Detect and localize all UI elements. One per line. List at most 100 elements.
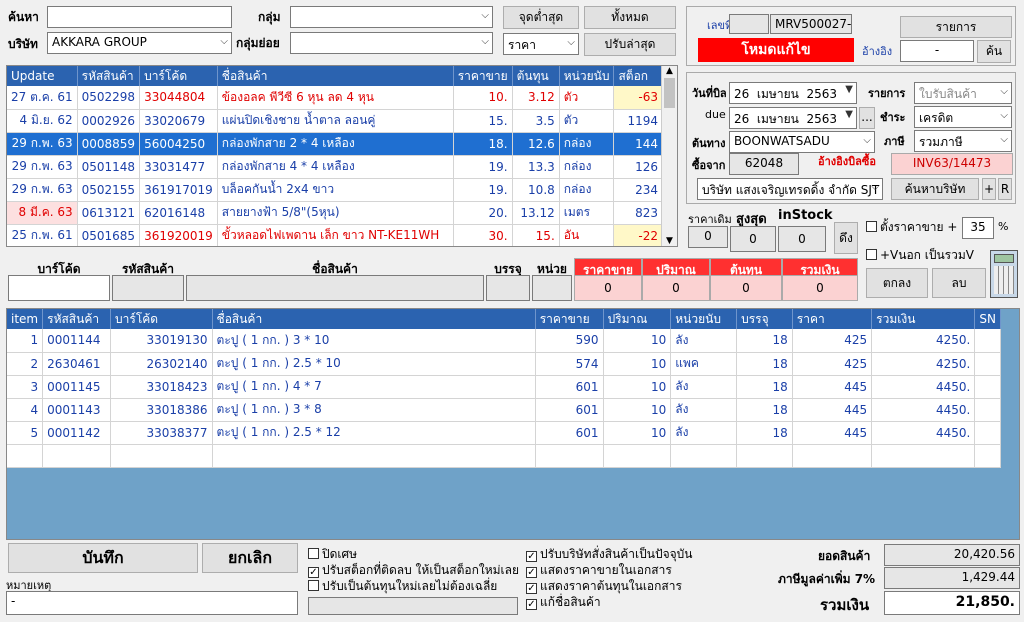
group-select[interactable]: ⌵ bbox=[290, 6, 493, 28]
scroll-up-icon[interactable]: ▲ bbox=[662, 66, 677, 76]
col-header[interactable]: ต้นทุน bbox=[512, 66, 560, 86]
ref-input[interactable]: - bbox=[900, 40, 974, 62]
entry-qty-input[interactable]: 0 bbox=[642, 275, 710, 301]
pull-button[interactable]: ดึง bbox=[834, 222, 858, 254]
edit-name-checkbox[interactable]: ✓ แก้ชื่อสินค้า bbox=[526, 593, 601, 612]
product-grid[interactable]: Update รหัสสินค้า บาร์โค้ด ชื่อสินค้า รา… bbox=[6, 65, 678, 247]
company-select[interactable]: AKKARA GROUP ⌵ bbox=[47, 32, 232, 54]
entry-code-input[interactable] bbox=[112, 275, 184, 301]
vat-checkbox[interactable]: +Vนอก เป็นรวมV bbox=[866, 246, 974, 265]
pay-select[interactable]: เครดิต ⌵ bbox=[914, 106, 1012, 128]
progress-field bbox=[308, 597, 518, 615]
item-row[interactable]: 1 0001144 33019130 ตะปู ( 1 กก. ) 3 * 10 590… bbox=[7, 329, 1001, 353]
entry-total-input[interactable]: 0 bbox=[782, 275, 858, 301]
checkbox-box[interactable] bbox=[866, 249, 877, 260]
entry-cost-input[interactable]: 0 bbox=[710, 275, 782, 301]
col-header[interactable]: หน่วยนับ bbox=[670, 309, 738, 329]
supplier-select[interactable]: บริษัท แสงเจริญเทรดดิ้ง จำกัด SJT ⌵ bbox=[697, 178, 883, 200]
col-header[interactable]: สต็อก bbox=[613, 66, 663, 86]
scroll-thumb[interactable] bbox=[664, 78, 675, 108]
grand-total-label: รวมเงิน bbox=[820, 596, 870, 614]
new-cost-checkbox[interactable]: ปรับเป็นต้นทุนใหม่เลยไม่ต้องเฉลี่ย bbox=[308, 577, 497, 596]
product-row[interactable]: 29 ก.พ. 63 0501148 33031477 กล่องพักสาย 4 *… bbox=[7, 155, 663, 179]
empty-row[interactable] bbox=[7, 444, 1001, 468]
product-scrollbar[interactable]: ▲ ▼ bbox=[661, 66, 677, 246]
entry-barcode-input[interactable] bbox=[8, 275, 110, 301]
entry-sale-input[interactable]: 0 bbox=[574, 275, 642, 301]
col-header[interactable]: ชื่อสินค้า bbox=[217, 66, 454, 86]
col-header[interactable]: ราคา bbox=[792, 309, 873, 329]
product-table: Update รหัสสินค้า บาร์โค้ด ชื่อสินค้า รา… bbox=[7, 66, 663, 246]
calculator-icon[interactable] bbox=[990, 250, 1018, 298]
entry-name-input[interactable] bbox=[186, 275, 484, 301]
item-cell: 590 bbox=[535, 329, 604, 353]
col-header[interactable]: item bbox=[7, 309, 44, 329]
product-row[interactable]: 29 ก.พ. 63 0502155 361917019 บล็อคกันน้ำ 2x… bbox=[7, 178, 663, 202]
item-row[interactable]: 5 0001142 33038377 ตะปู ( 1 กก. ) 2.5 * 12 6… bbox=[7, 421, 1001, 445]
col-header[interactable]: รหัสสินค้า bbox=[42, 309, 112, 329]
items-value: ใบรับสินค้า bbox=[919, 87, 977, 101]
delete-button[interactable]: ลบ bbox=[932, 268, 986, 298]
col-header[interactable]: รวมเงิน bbox=[871, 309, 976, 329]
col-header[interactable]: รหัสสินค้า bbox=[77, 66, 141, 86]
items-select[interactable]: ใบรับสินค้า ⌵ bbox=[914, 82, 1012, 104]
checkbox-box[interactable] bbox=[866, 221, 877, 232]
col-header[interactable]: ชื่อสินค้า bbox=[212, 309, 536, 329]
col-header[interactable]: บาร์โค้ด bbox=[139, 66, 218, 86]
doc-no-field[interactable]: MRV500027- bbox=[770, 14, 852, 34]
cancel-button[interactable]: ยกเลิก bbox=[202, 543, 298, 573]
col-header[interactable]: บรรจุ bbox=[736, 309, 793, 329]
item-cell: 4450. bbox=[871, 398, 976, 422]
source-select[interactable]: BOONWATSADU ⌵ bbox=[729, 131, 875, 153]
tax-select[interactable]: รวมภาษี ⌵ bbox=[914, 130, 1012, 152]
checkbox-box[interactable] bbox=[308, 548, 319, 559]
item-row[interactable]: 2 2630461 26302140 ตะปู ( 1 กก. ) 2.5 * 10 5… bbox=[7, 352, 1001, 376]
all-button[interactable]: ทั้งหมด bbox=[584, 6, 676, 29]
due-date-picker[interactable]: 26 เมษายน 2563 ▼ bbox=[729, 107, 857, 129]
col-header[interactable]: บาร์โค้ด bbox=[110, 309, 213, 329]
adjust-latest-button[interactable]: ปรับล่าสุด bbox=[584, 33, 676, 56]
find-company-button[interactable]: ค้นหาบริษัท bbox=[891, 178, 979, 200]
dropdown-icon: ▼ bbox=[845, 84, 853, 95]
product-cell: 19. bbox=[453, 155, 513, 179]
product-row[interactable]: 27 ต.ค. 61 0502298 33044804 ข้องอลค พีวีซี … bbox=[7, 86, 663, 110]
list-button[interactable]: รายการ bbox=[900, 16, 1012, 38]
col-header[interactable]: ราคาขาย bbox=[453, 66, 513, 86]
items-grid[interactable]: item รหัสสินค้า บาร์โค้ด ชื่อสินค้า ราคา… bbox=[6, 308, 1020, 540]
product-row[interactable]: 25 ก.พ. 61 0501685 361920019 ขั้วหลอดไฟเพดา… bbox=[7, 224, 663, 246]
col-header[interactable]: Update bbox=[7, 66, 78, 86]
product-row[interactable]: 4 มิ.ย. 62 0002926 33020679 แผ่นปิดเชิงชาย … bbox=[7, 109, 663, 133]
col-header[interactable]: หน่วยนับ bbox=[559, 66, 615, 86]
item-row[interactable]: 4 0001143 33018386 ตะปู ( 1 กก. ) 3 * 8 601 1… bbox=[7, 398, 1001, 422]
product-row[interactable]: 29 ก.พ. 63 0008859 56004250 กล่องพักสาย 2 *… bbox=[7, 132, 663, 156]
due-month: เมษายน bbox=[756, 112, 799, 126]
ref-bill-field[interactable]: INV63/14473 bbox=[891, 153, 1013, 175]
price-select[interactable]: ราคา ⌵ bbox=[503, 33, 579, 55]
col-header[interactable]: SN bbox=[974, 309, 1001, 329]
bill-date-picker[interactable]: 26 เมษายน 2563 ▼ bbox=[729, 82, 857, 104]
subgroup-select[interactable]: ⌵ bbox=[290, 32, 493, 54]
item-row[interactable]: 3 0001145 33018423 ตะปู ( 1 กก. ) 4 * 7 601 1… bbox=[7, 375, 1001, 399]
lowest-button[interactable]: จุดต่ำสุด bbox=[503, 6, 579, 29]
ref-find-button[interactable]: ค้น bbox=[977, 40, 1011, 63]
col-header[interactable]: ราคาขาย bbox=[535, 309, 604, 329]
product-cell: 15. bbox=[453, 109, 513, 133]
add-button[interactable]: + bbox=[982, 178, 996, 200]
r-button[interactable]: R bbox=[998, 178, 1012, 200]
checkmark-icon[interactable]: ✓ bbox=[526, 599, 537, 610]
set-price-checkbox[interactable]: ตั้งราคาขาย + bbox=[866, 218, 957, 237]
save-button[interactable]: บันทึก bbox=[8, 543, 198, 573]
more-button[interactable]: ... bbox=[859, 107, 875, 129]
product-cell: กล่องพักสาย 4 * 4 เหลือง bbox=[217, 155, 454, 179]
entry-pack-input[interactable] bbox=[486, 275, 530, 301]
subtotal-label: ยอดสินค้า bbox=[818, 549, 871, 563]
entry-unit-input[interactable] bbox=[532, 275, 572, 301]
checkbox-box[interactable] bbox=[308, 580, 319, 591]
scroll-down-icon[interactable]: ▼ bbox=[662, 236, 677, 246]
product-row[interactable]: 8 มี.ค. 63 0613121 62016148 สายยางฟ้า 5/8"(… bbox=[7, 201, 663, 225]
ok-button[interactable]: ตกลง bbox=[866, 268, 928, 298]
set-price-input[interactable]: 35 bbox=[962, 217, 994, 239]
search-input[interactable] bbox=[47, 6, 232, 28]
note-input[interactable]: - bbox=[6, 591, 298, 615]
col-header[interactable]: ปริมาณ bbox=[603, 309, 672, 329]
